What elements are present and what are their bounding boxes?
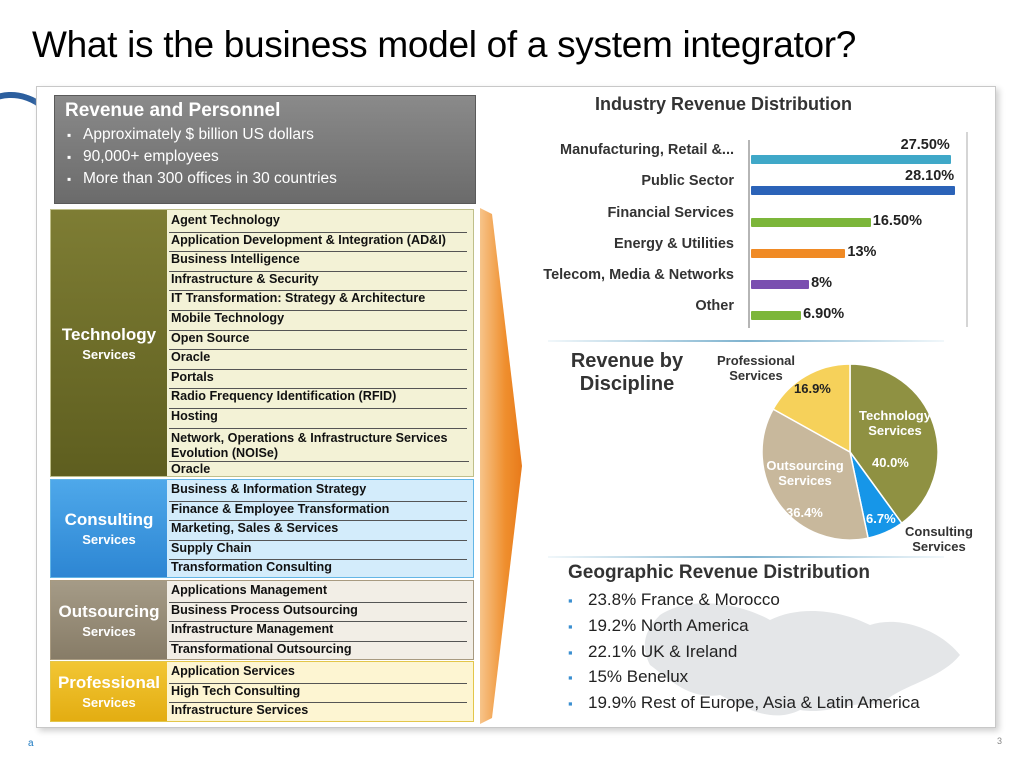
industry-bar [751, 218, 871, 227]
industry-category-label: Telecom, Media & Networks [543, 267, 734, 283]
list-item: 23.8% France & Morocco [568, 588, 920, 614]
list-item: Open Source [169, 331, 467, 351]
list-item: Supply Chain [169, 541, 467, 561]
section-divider [548, 340, 944, 342]
industry-category-label: Public Sector [641, 173, 734, 189]
pie-label-outsourcing: Outsourcing Services [766, 458, 844, 488]
pie-value-consulting: 6.7% [866, 511, 896, 526]
industry-value-label: 6.90% [803, 306, 845, 322]
industry-category-label: Financial Services [607, 205, 734, 221]
pie-value-outsourcing: 36.4% [786, 505, 823, 520]
technology-services-list: Agent Technology Application Development… [169, 210, 473, 479]
industry-category-label: Other [695, 298, 734, 314]
list-item: 15% Benelux [568, 665, 920, 691]
consulting-title: Consulting [64, 510, 154, 529]
list-item: Application Services [169, 664, 467, 684]
industry-category-label: Energy & Utilities [613, 236, 734, 252]
outsourcing-services-list: Applications Management Business Process… [169, 581, 473, 661]
slide-title: What is the business model of a system i… [32, 24, 857, 65]
list-item: Oracle [169, 350, 467, 370]
list-item: High Tech Consulting [169, 684, 467, 704]
revenue-personnel-title: Revenue and Personnel [65, 100, 281, 121]
list-item: Mobile Technology [169, 311, 467, 331]
outsourcing-subtitle: Services [82, 623, 136, 639]
list-item: Transformation Consulting [171, 560, 332, 575]
professional-subtitle: Services [82, 695, 136, 710]
list-item: Network, Operations & Infrastructure Ser… [169, 429, 469, 462]
geo-title: Geographic Revenue Distribution [568, 562, 870, 583]
list-item: Hosting [169, 409, 467, 429]
list-item: Business Intelligence [169, 252, 467, 272]
revenue-personnel-box: Revenue and Personnel Approximately $ bi… [54, 95, 476, 204]
list-item: Infrastructure Services [171, 703, 309, 718]
consulting-services-block: Consulting Services Business & Informati… [50, 479, 474, 578]
list-item: Business & Information Strategy [169, 482, 467, 502]
list-item: 19.9% Rest of Europe, Asia & Latin Ameri… [568, 691, 920, 717]
technology-subtitle: Services [82, 346, 136, 362]
industry-chart-title: Industry Revenue Distribution [595, 94, 853, 114]
list-item: Oracle [171, 461, 211, 476]
list-item: Transformational Outsourcing [171, 641, 352, 656]
industry-value-label: 13% [847, 244, 877, 260]
pie-value-professional: 16.9% [794, 381, 831, 396]
industry-bar [751, 155, 951, 164]
list-item: Application Development & Integration (A… [169, 233, 467, 253]
list-item: More than 300 offices in 30 countries [67, 168, 337, 190]
industry-category-label: Manufacturing, Retail &... [559, 142, 734, 158]
industry-value-label: 27.50% [900, 137, 950, 153]
list-item: Portals [169, 370, 467, 390]
pie-label-technology: Technology Services [859, 408, 931, 438]
list-item: Business Process Outsourcing [169, 603, 467, 623]
industry-bar [751, 186, 955, 195]
list-item: Marketing, Sales & Services [169, 521, 467, 541]
consulting-subtitle: Services [82, 532, 136, 547]
technology-services-block: Technology Services Agent Technology App… [50, 209, 474, 477]
list-item: Infrastructure & Security [169, 272, 467, 292]
list-item: Radio Frequency Identification (RFID) [169, 389, 467, 409]
list-item: IT Transformation: Strategy & Architectu… [169, 291, 467, 311]
industry-chart-axis [748, 140, 750, 328]
list-item: Agent Technology [169, 213, 467, 233]
list-item: 90,000+ employees [67, 146, 337, 168]
list-item: Approximately $ billion US dollars [67, 124, 337, 146]
industry-value-label: 28.10% [905, 168, 955, 184]
arrow-icon [480, 208, 522, 724]
outsourcing-services-label: Outsourcing Services [51, 581, 167, 659]
industry-value-label: 16.50% [872, 213, 922, 229]
list-item: 19.2% North America [568, 614, 920, 640]
professional-services-block: Professional Services Application Servic… [50, 661, 474, 722]
consulting-services-list: Business & Information Strategy Finance … [169, 480, 473, 579]
industry-bar [751, 311, 802, 320]
professional-services-list: Application Services High Tech Consultin… [169, 662, 473, 723]
pie-label-consulting: Consulting Services [905, 524, 973, 554]
slide-number: 3 [996, 736, 1002, 746]
list-item: Infrastructure Management [169, 622, 467, 642]
outsourcing-services-block: Outsourcing Services Applications Manage… [50, 580, 474, 660]
technology-title: Technology [61, 324, 157, 344]
professional-services-label: Professional Services [51, 662, 167, 721]
discipline-chart-title: Revenue by Discipline [570, 350, 684, 395]
industry-value-label: 8% [811, 275, 833, 291]
professional-title: Professional [57, 673, 161, 692]
consulting-services-label: Consulting Services [51, 480, 167, 577]
outsourcing-title: Outsourcing [58, 601, 160, 621]
pie-label-professional: Professional Services [716, 353, 796, 383]
list-item: 22.1% UK & Ireland [568, 640, 920, 666]
footer-left-text: a [28, 738, 34, 749]
technology-services-label: Technology Services [51, 210, 167, 476]
list-item: Applications Management [169, 583, 467, 603]
industry-chart-gridline [966, 132, 968, 327]
industry-bar [751, 249, 846, 258]
revenue-personnel-list: Approximately $ billion US dollars 90,00… [67, 124, 337, 190]
section-divider [548, 556, 944, 558]
industry-bar [751, 280, 810, 289]
list-item: Finance & Employee Transformation [169, 502, 467, 522]
pie-value-technology: 40.0% [872, 455, 909, 470]
geo-list: 23.8% France & Morocco 19.2% North Ameri… [568, 588, 920, 717]
